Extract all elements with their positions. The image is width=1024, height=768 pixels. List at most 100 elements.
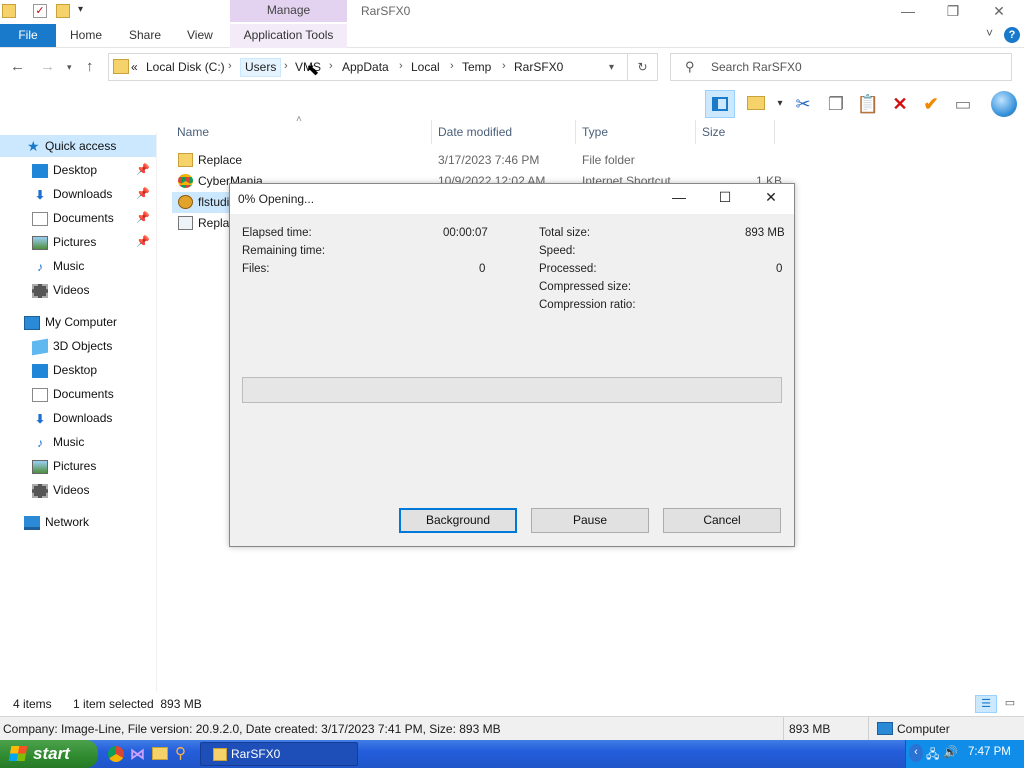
column-size[interactable]: Size xyxy=(702,125,725,139)
network-icon[interactable]: 🖧 xyxy=(926,745,939,766)
dialog-maximize-button[interactable]: ☐ xyxy=(710,189,740,209)
file-row[interactable]: flstudi xyxy=(172,192,232,213)
column-name[interactable]: Name xyxy=(177,125,209,139)
cancel-button[interactable]: Cancel xyxy=(663,508,781,533)
breadcrumb-separator-icon[interactable]: › xyxy=(329,60,333,72)
manage-tab[interactable]: Manage xyxy=(230,0,347,22)
download-icon: ⬇ xyxy=(34,411,46,426)
breadcrumb-separator-icon[interactable]: › xyxy=(502,60,506,72)
background-button[interactable]: Background xyxy=(399,508,517,533)
nav-item-pictures[interactable]: Pictures 📌 xyxy=(32,231,156,253)
large-icons-view-icon[interactable]: ▭ xyxy=(1000,695,1020,713)
refresh-button[interactable]: ↻ xyxy=(628,53,658,81)
cut-icon[interactable]: ✂ xyxy=(791,92,815,116)
breadcrumb-temp[interactable]: Temp xyxy=(462,60,491,74)
recent-locations-icon[interactable]: ▾ xyxy=(67,62,72,73)
dropdown-icon[interactable]: ▾ xyxy=(768,92,792,116)
new-folder-icon[interactable] xyxy=(744,92,768,116)
dialog-close-button[interactable]: ✕ xyxy=(756,189,786,209)
preview-pane-icon[interactable] xyxy=(705,90,735,118)
new-folder-icon[interactable] xyxy=(56,4,70,18)
delete-icon[interactable]: ✕ xyxy=(888,92,912,116)
minimize-button[interactable]: — xyxy=(885,0,931,22)
tab-home[interactable]: Home xyxy=(70,28,102,42)
maximize-button[interactable]: ❐ xyxy=(930,0,976,22)
nav-item-3d-objects[interactable]: 3D Objects xyxy=(32,335,156,357)
folder-icon xyxy=(213,748,227,761)
dialog-minimize-button[interactable]: — xyxy=(664,189,694,209)
nav-item-music[interactable]: ♪ Music xyxy=(32,255,156,277)
nav-item-documents[interactable]: Documents 📌 xyxy=(32,207,156,229)
properties-icon[interactable]: ▭ xyxy=(951,92,975,116)
globe-icon[interactable] xyxy=(991,91,1017,117)
breadcrumb-local-disk[interactable]: Local Disk (C:) xyxy=(146,60,225,74)
nav-item-downloads[interactable]: ⬇ Downloads 📌 xyxy=(32,183,156,205)
search-icon[interactable]: ⚲ xyxy=(175,744,186,762)
ribbon-expand-icon[interactable]: ˅ xyxy=(986,26,993,40)
up-button[interactable]: ↑ xyxy=(86,58,94,75)
nav-quick-access[interactable]: ★ Quick access xyxy=(0,135,156,157)
breadcrumb-appdata[interactable]: AppData xyxy=(342,60,389,74)
nav-network[interactable]: Network xyxy=(24,511,156,533)
folder-icon[interactable] xyxy=(2,4,16,18)
pin-icon: 📌 xyxy=(136,236,150,248)
file-row[interactable]: Replac xyxy=(172,213,235,234)
chrome-icon[interactable] xyxy=(108,746,124,762)
column-date[interactable]: Date modified xyxy=(438,125,512,139)
tab-file[interactable]: File xyxy=(0,24,56,47)
breadcrumb-rarsfx0[interactable]: RarSFX0 xyxy=(514,60,563,74)
address-dropdown-icon[interactable]: ▾ xyxy=(609,62,614,73)
nav-item-videos[interactable]: Videos xyxy=(32,479,156,501)
nav-item-pictures[interactable]: Pictures xyxy=(32,455,156,477)
file-explorer-icon[interactable] xyxy=(152,747,168,760)
pause-button[interactable]: Pause xyxy=(531,508,649,533)
nav-item-desktop[interactable]: Desktop 📌 xyxy=(32,159,156,181)
paste-icon[interactable]: 📋 xyxy=(856,92,880,116)
column-divider[interactable] xyxy=(695,120,696,144)
search-box[interactable]: ⚲ Search RarSFX0 xyxy=(670,53,1012,81)
copy-icon[interactable]: ❐ xyxy=(824,92,848,116)
breadcrumb-separator-icon[interactable]: › xyxy=(450,60,454,72)
tab-view[interactable]: View xyxy=(187,28,213,42)
breadcrumb-users[interactable]: Users xyxy=(240,58,282,77)
tab-share[interactable]: Share xyxy=(129,28,161,42)
nav-item-music[interactable]: ♪ Music xyxy=(32,431,156,453)
help-icon[interactable]: ? xyxy=(1004,27,1020,43)
breadcrumb-separator-icon[interactable]: › xyxy=(399,60,403,72)
back-button[interactable]: ← xyxy=(10,58,25,75)
visual-studio-icon[interactable]: ⋈ xyxy=(130,745,145,763)
details-view-icon[interactable]: ☰ xyxy=(975,695,997,713)
nav-label: 3D Objects xyxy=(53,339,113,353)
pane-divider[interactable] xyxy=(156,132,157,692)
column-divider[interactable] xyxy=(431,120,432,144)
column-type[interactable]: Type xyxy=(582,125,608,139)
address-bar[interactable]: « Local Disk (C:) › Users › VMS › AppDat… xyxy=(108,53,628,81)
volume-icon[interactable]: 🔊 xyxy=(943,745,958,759)
compression-ratio-label: Compression ratio: xyxy=(539,299,636,311)
properties-icon[interactable]: ✓ xyxy=(33,4,47,18)
breadcrumb-overflow-icon[interactable]: « xyxy=(131,60,138,74)
search-input[interactable]: Search RarSFX0 xyxy=(711,60,802,74)
close-button[interactable]: ✕ xyxy=(976,0,1022,22)
tab-application-tools[interactable]: Application Tools xyxy=(230,24,347,48)
clock[interactable]: 7:47 PM xyxy=(968,746,1011,758)
progress-bar xyxy=(242,377,782,403)
start-button[interactable]: start xyxy=(0,740,98,768)
column-divider[interactable] xyxy=(774,120,775,144)
file-row[interactable]: Replace 3/17/2023 7:46 PM File folder xyxy=(172,150,782,171)
nav-item-desktop[interactable]: Desktop xyxy=(32,359,156,381)
taskbar-item-rarsfx0[interactable]: RarSFX0 xyxy=(200,742,358,766)
nav-my-computer[interactable]: My Computer xyxy=(24,311,156,333)
breadcrumb-local[interactable]: Local xyxy=(411,60,440,74)
breadcrumb-separator-icon[interactable]: › xyxy=(228,60,232,72)
show-hidden-icons-icon[interactable]: ‹ xyxy=(909,744,923,762)
rename-icon[interactable]: ✔ xyxy=(919,92,943,116)
nav-item-videos[interactable]: Videos xyxy=(32,279,156,301)
nav-item-downloads[interactable]: ⬇ Downloads xyxy=(32,407,156,429)
nav-item-documents[interactable]: Documents xyxy=(32,383,156,405)
nav-label: Downloads xyxy=(53,187,113,201)
breadcrumb-separator-icon[interactable]: › xyxy=(284,60,288,72)
column-divider[interactable] xyxy=(575,120,576,144)
forward-button[interactable]: → xyxy=(40,58,55,75)
quick-access-dropdown-icon[interactable]: ▾ xyxy=(78,4,92,18)
